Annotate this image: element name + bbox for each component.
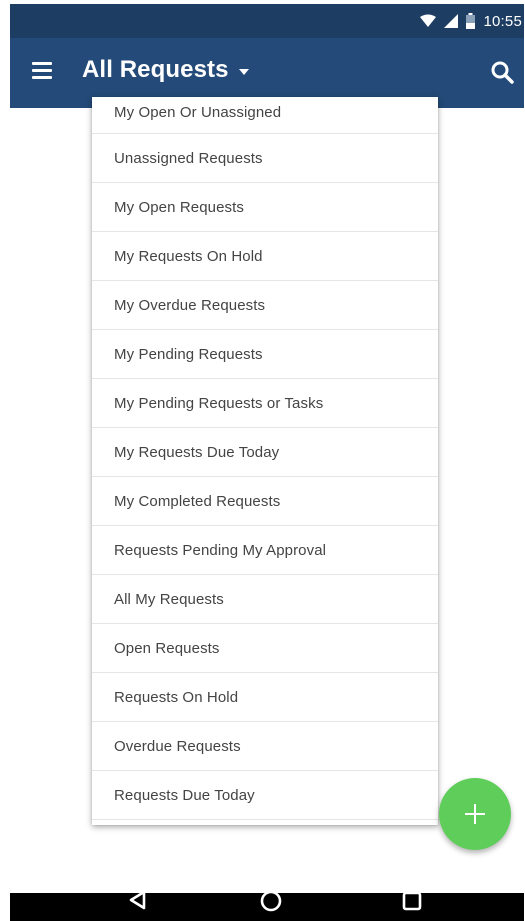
home-icon[interactable] xyxy=(259,889,283,913)
page-title: All Requests xyxy=(82,56,229,83)
plus-icon xyxy=(465,804,485,824)
menu-item-requests-on-hold[interactable]: Requests On Hold xyxy=(92,673,438,722)
menu-item-unassigned-requests[interactable]: Unassigned Requests xyxy=(92,134,438,183)
menu-item-my-pending-requests-or-tasks[interactable]: My Pending Requests or Tasks xyxy=(92,379,438,428)
battery-icon xyxy=(466,13,476,29)
menu-item-overdue-requests[interactable]: Overdue Requests xyxy=(92,722,438,771)
menu-item-my-overdue-requests[interactable]: My Overdue Requests xyxy=(92,281,438,330)
back-icon[interactable] xyxy=(125,887,151,913)
menu-item-requests-pending-my-approval[interactable]: Requests Pending My Approval xyxy=(92,526,438,575)
menu-item-open-requests[interactable]: Open Requests xyxy=(92,624,438,673)
menu-item-my-requests-due-today[interactable]: My Requests Due Today xyxy=(92,428,438,477)
wifi-icon xyxy=(420,14,437,27)
title-dropdown[interactable]: All Requests xyxy=(82,56,249,84)
dropdown-caret-icon xyxy=(238,68,249,75)
status-icons: 10:55 xyxy=(420,4,524,38)
device: 10:55 All Requests My Open Or Unassigned… xyxy=(10,4,524,921)
menu-item-my-pending-requests[interactable]: My Pending Requests xyxy=(92,330,438,379)
menu-item-my-open-requests[interactable]: My Open Requests xyxy=(92,183,438,232)
search-icon[interactable] xyxy=(490,60,516,86)
status-bar: 10:55 xyxy=(10,4,524,38)
menu-item-my-completed-requests[interactable]: My Completed Requests xyxy=(92,477,438,526)
menu-item-all-my-requests[interactable]: All My Requests xyxy=(92,575,438,624)
menu-item-my-open-or-unassigned[interactable]: My Open Or Unassigned xyxy=(92,97,438,134)
filter-dropdown-menu: My Open Or Unassigned Unassigned Request… xyxy=(92,97,438,825)
menu-icon[interactable] xyxy=(32,62,54,82)
add-request-button[interactable] xyxy=(439,778,511,850)
recent-apps-icon[interactable] xyxy=(401,890,423,912)
menu-item-requests-due-today[interactable]: Requests Due Today xyxy=(92,771,438,820)
navigation-bar xyxy=(10,890,524,921)
menu-item-my-requests-on-hold[interactable]: My Requests On Hold xyxy=(92,232,438,281)
status-time: 10:55 xyxy=(483,12,522,30)
signal-icon xyxy=(444,14,459,28)
screen: 10:55 All Requests My Open Or Unassigned… xyxy=(0,0,525,921)
